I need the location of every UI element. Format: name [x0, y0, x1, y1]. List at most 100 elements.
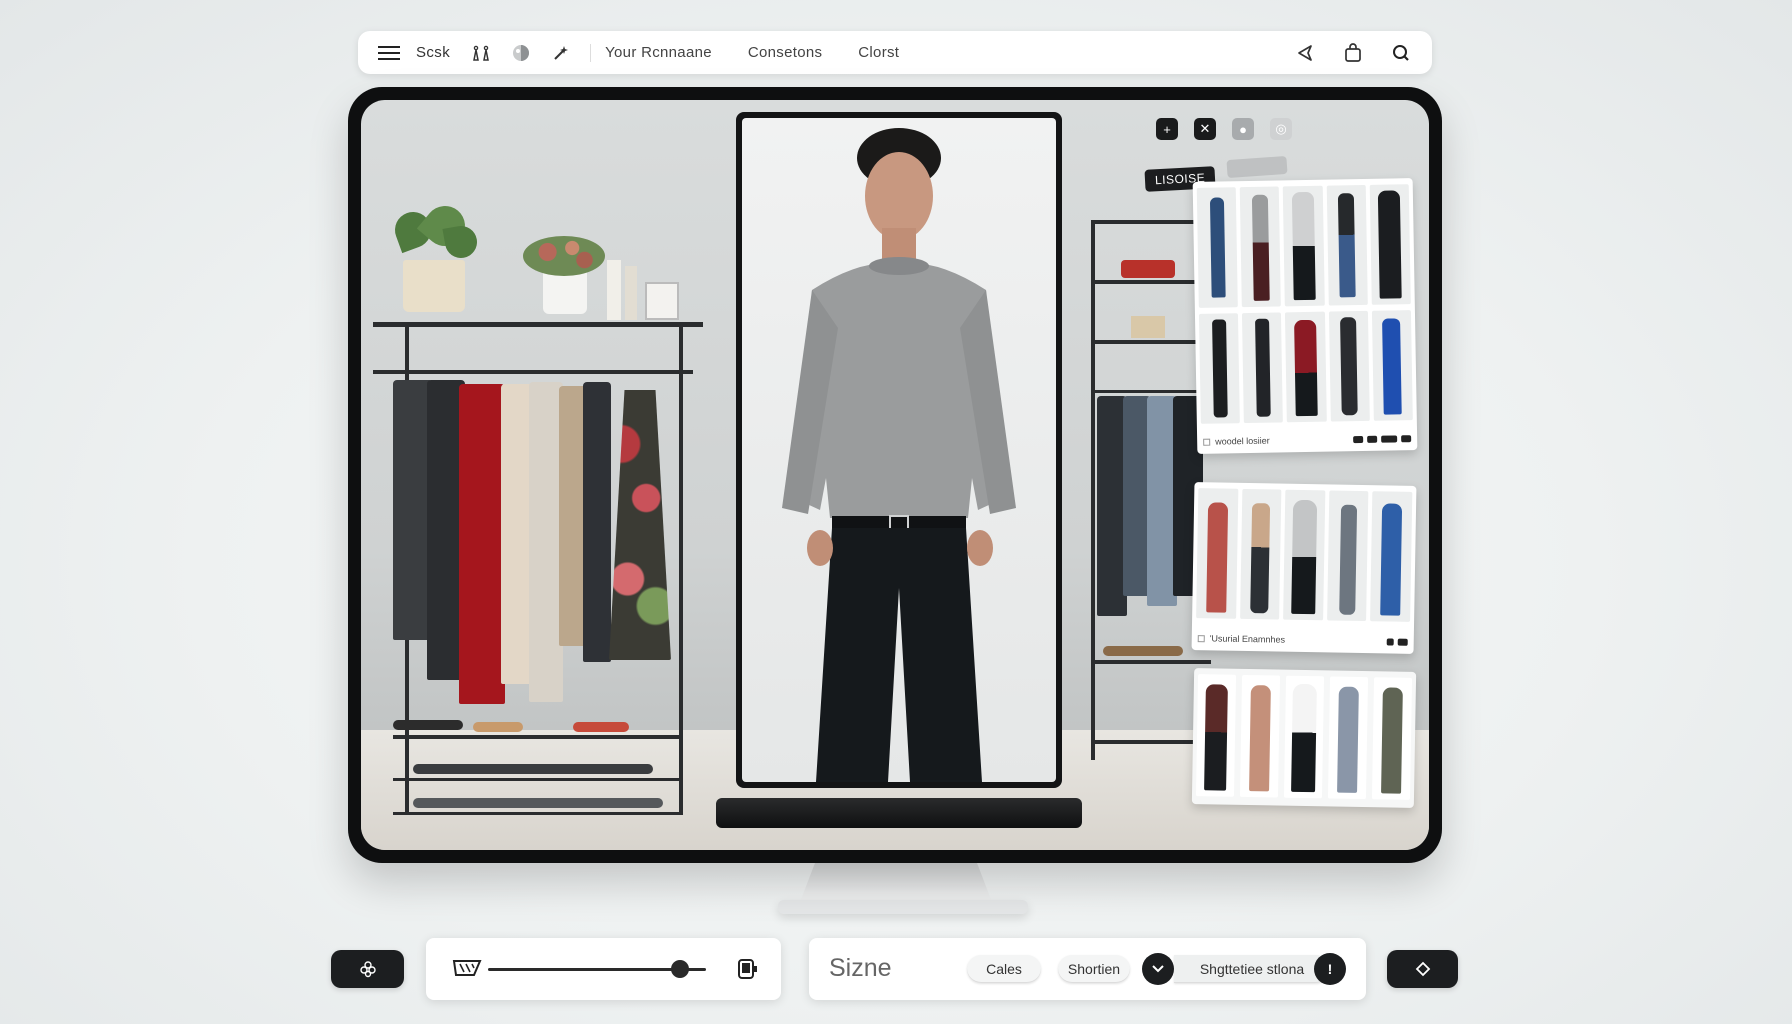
book [607, 260, 621, 320]
shoes [413, 798, 663, 808]
action-chip[interactable] [1353, 435, 1364, 443]
outfit-row [1196, 488, 1413, 622]
card-footer: woodel losiier [1203, 430, 1412, 450]
outfit-thumbnail[interactable] [1328, 310, 1370, 422]
checkbox[interactable] [1203, 438, 1211, 446]
outfit-thumbnail[interactable] [1327, 676, 1369, 800]
shoe-shelf [393, 812, 683, 815]
outfit-thumbnail[interactable] [1326, 184, 1368, 306]
outfit-row [1196, 184, 1411, 308]
outfit-card-1[interactable]: woodel losiier [1192, 178, 1418, 454]
shoes [1103, 646, 1183, 656]
search-icon[interactable] [1384, 36, 1418, 70]
action-chip[interactable] [1401, 434, 1412, 442]
panel-tag-ghost[interactable] [1226, 155, 1288, 179]
filters-button[interactable] [331, 950, 404, 988]
top-toolbar: Scsk Your Rcnnaane Consetons Clorst [358, 31, 1432, 74]
nav-link-3[interactable]: Clorst [858, 44, 899, 61]
model-figure [782, 128, 1016, 782]
outfit-thumbnail[interactable] [1370, 491, 1413, 622]
info-icon: ! [1327, 961, 1333, 977]
outfit-thumbnail[interactable] [1195, 674, 1237, 797]
dropdown-action-button[interactable]: ! [1314, 953, 1346, 985]
outfit-thumbnail[interactable] [1198, 313, 1241, 424]
outfit-card-3[interactable] [1191, 668, 1417, 808]
action-chip[interactable] [1367, 435, 1378, 443]
box [1131, 316, 1165, 338]
left-clothing-rack [373, 197, 713, 815]
outfit-thumbnail[interactable] [1285, 311, 1327, 423]
garment-beige-coat [529, 382, 563, 702]
tool-icons [464, 36, 578, 70]
flower-icon [359, 961, 376, 978]
outfit-thumbnail[interactable] [1283, 185, 1325, 307]
shuffle-icon[interactable]: ✕ [1194, 118, 1216, 140]
shoe-shelf [393, 778, 683, 781]
size-slider-handle[interactable] [670, 960, 689, 978]
outfit-thumbnail[interactable] [1371, 677, 1413, 800]
panel-tool-icons: + ✕ ● ◎ [1156, 118, 1292, 140]
outfit-thumbnail[interactable] [1239, 674, 1281, 798]
palette-icon[interactable] [504, 36, 538, 70]
virtual-closet-scene: + ✕ ● ◎ LISOISE woodel losiier 'Usurial … [361, 100, 1429, 850]
add-icon[interactable]: + [1156, 118, 1178, 140]
favorite-button[interactable] [1387, 950, 1458, 988]
dropdown-toggle-button[interactable] [1142, 953, 1174, 985]
nav-link-1[interactable]: Your Rcnnaane [605, 44, 712, 61]
outfit-thumbnail[interactable] [1239, 488, 1282, 620]
outfit-thumbnail[interactable] [1196, 488, 1238, 619]
garment-dark-shirt [583, 382, 611, 662]
rack-post [1091, 220, 1095, 760]
action-chip[interactable] [1381, 434, 1398, 443]
camera-icon[interactable]: ● [1232, 118, 1254, 140]
flower-arrangement [523, 236, 605, 276]
diamond-icon [1415, 961, 1430, 977]
outfit-thumbnail[interactable] [1326, 490, 1369, 622]
size-label: Sizne [829, 954, 892, 982]
option-pill-1[interactable]: Cales [967, 955, 1041, 983]
outfit-card-2[interactable]: 'Usurial Enamnhes [1191, 482, 1417, 654]
book [625, 266, 637, 320]
monitor-stand-neck [800, 862, 992, 902]
option-pill-2[interactable]: Shortien [1058, 955, 1130, 983]
outfit-thumbnail[interactable] [1371, 310, 1413, 421]
plant-leaf [442, 223, 480, 261]
chevron-down-icon [1152, 965, 1164, 973]
outfit-thumbnail[interactable] [1242, 312, 1284, 424]
plant-pot-left [403, 260, 465, 312]
outfit-thumbnail[interactable] [1283, 489, 1326, 621]
style-dropdown-label[interactable]: Shgttetiee stlona [1174, 955, 1330, 983]
top-shelf [373, 322, 703, 327]
shoes [473, 722, 523, 732]
rack-shelf [1091, 280, 1211, 284]
checkbox[interactable] [1197, 634, 1205, 642]
hanger-icon[interactable] [464, 36, 498, 70]
card-footer-label: woodel losiier [1215, 435, 1270, 447]
action-chip[interactable] [1386, 637, 1394, 646]
shoe-shelf [393, 735, 683, 739]
outfit-thumbnail[interactable] [1283, 675, 1325, 799]
nav-link-2[interactable]: Consetons [748, 44, 822, 61]
phone-icon[interactable] [736, 958, 758, 985]
red-shoes [1121, 260, 1175, 278]
share-icon[interactable] [1288, 36, 1322, 70]
action-chip[interactable] [1397, 638, 1408, 646]
picture-frame [645, 282, 679, 320]
bag-icon[interactable] [1336, 36, 1370, 70]
plant-pot-right [543, 270, 587, 314]
hanging-rail [373, 370, 693, 374]
outfit-thumbnail[interactable] [1369, 184, 1411, 305]
outfit-thumbnail[interactable] [1239, 186, 1282, 308]
toolbar-right-actions [1288, 36, 1418, 70]
virtual-mirror [736, 112, 1062, 788]
outfit-thumbnail[interactable] [1196, 187, 1239, 308]
hamburger-menu-icon[interactable] [372, 36, 406, 70]
magic-wand-icon[interactable] [544, 36, 578, 70]
garment-red-dress [459, 384, 505, 704]
card-footer: 'Usurial Enamnhes [1197, 630, 1408, 650]
toolbar-divider [590, 43, 592, 62]
size-slider-panel [426, 938, 781, 1000]
settings-icon[interactable]: ◎ [1270, 118, 1292, 140]
outfit-row [1198, 310, 1413, 424]
card-actions [1353, 434, 1412, 443]
